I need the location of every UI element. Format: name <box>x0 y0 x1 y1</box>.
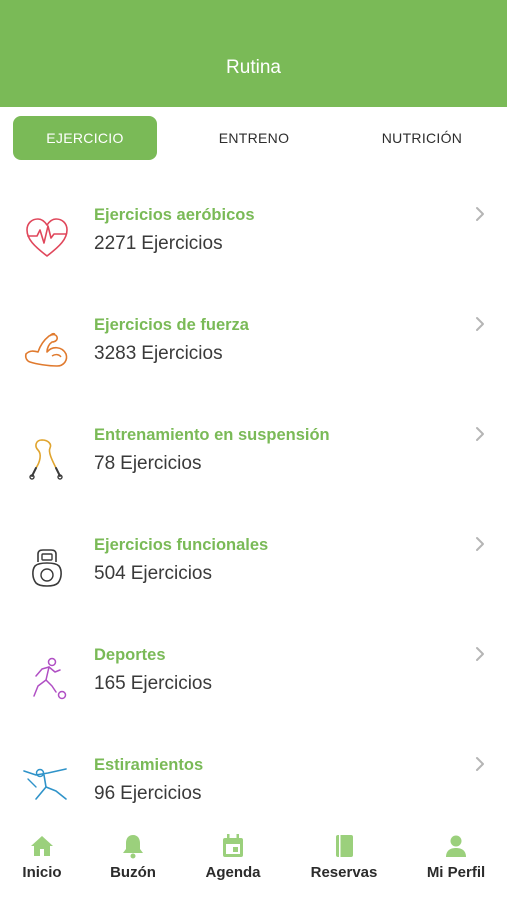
tab-entreno[interactable]: ENTRENO <box>184 116 324 160</box>
category-title: Ejercicios de fuerza <box>94 316 249 334</box>
nav-inicio[interactable]: Inicio <box>0 832 92 892</box>
category-count: 504 Ejercicios <box>94 563 213 584</box>
chevron-right-icon <box>473 535 487 553</box>
nav-label: Mi Perfil <box>426 864 486 881</box>
list-item-deportes[interactable]: Deportes 165 Ejercicios <box>0 611 507 721</box>
suspension-straps-icon <box>22 434 72 484</box>
nav-label: Buzón <box>110 864 156 881</box>
list-item-aerobicos[interactable]: Ejercicios aeróbicos 2271 Ejercicios <box>0 171 507 281</box>
soccer-player-icon <box>22 654 72 704</box>
category-count: 165 Ejercicios <box>94 673 213 694</box>
chevron-right-icon <box>473 425 487 443</box>
nav-label: Agenda <box>205 864 261 881</box>
chevron-right-icon <box>473 645 487 663</box>
list-item-suspension[interactable]: Entrenamiento en suspensión 78 Ejercicios <box>0 391 507 501</box>
nav-agenda[interactable]: Agenda <box>183 832 283 892</box>
book-icon <box>331 832 357 860</box>
flexed-arm-icon <box>22 324 72 374</box>
bottom-nav: Inicio Buzón Agenda Reservas Mi Perfil <box>0 824 507 900</box>
nav-label: Reservas <box>310 864 378 881</box>
app-root: Rutina EJERCICIO ENTRENO NUTRICIÓN Ejerc… <box>0 0 507 900</box>
tab-nutricion[interactable]: NUTRICIÓN <box>352 116 492 160</box>
tab-bar: EJERCICIO ENTRENO NUTRICIÓN <box>0 107 507 171</box>
calendar-icon <box>220 832 246 860</box>
category-count: 3283 Ejercicios <box>94 343 223 364</box>
kettlebell-icon <box>22 544 72 594</box>
list-item-estiramientos[interactable]: Estiramientos 96 Ejercicios <box>0 721 507 824</box>
category-title: Entrenamiento en suspensión <box>94 426 330 444</box>
category-title: Ejercicios aeróbicos <box>94 206 255 224</box>
category-title: Estiramientos <box>94 756 204 774</box>
user-icon <box>443 832 469 860</box>
list-item-fuerza[interactable]: Ejercicios de fuerza 3283 Ejercicios <box>0 281 507 391</box>
app-header: Rutina <box>0 0 507 107</box>
chevron-right-icon <box>473 755 487 773</box>
category-count: 78 Ejercicios <box>94 453 202 474</box>
page-title: Rutina <box>226 57 281 78</box>
nav-mi-perfil[interactable]: Mi Perfil <box>406 832 506 892</box>
chevron-right-icon <box>473 315 487 333</box>
category-title: Deportes <box>94 646 166 664</box>
stretching-icon <box>22 761 72 811</box>
chevron-right-icon <box>473 205 487 223</box>
nav-label: Inicio <box>22 864 62 881</box>
category-list: Ejercicios aeróbicos 2271 Ejercicios Ejer… <box>0 171 507 824</box>
bell-icon <box>120 832 146 860</box>
tab-ejercicio[interactable]: EJERCICIO <box>13 116 157 160</box>
nav-reservas[interactable]: Reservas <box>294 832 394 892</box>
category-count: 2271 Ejercicios <box>94 233 223 254</box>
home-icon <box>29 832 55 860</box>
category-count: 96 Ejercicios <box>94 783 202 804</box>
heart-pulse-icon <box>22 214 72 264</box>
category-title: Ejercicios funcionales <box>94 536 269 554</box>
nav-buzon[interactable]: Buzón <box>83 832 183 892</box>
list-item-funcionales[interactable]: Ejercicios funcionales 504 Ejercicios <box>0 501 507 611</box>
